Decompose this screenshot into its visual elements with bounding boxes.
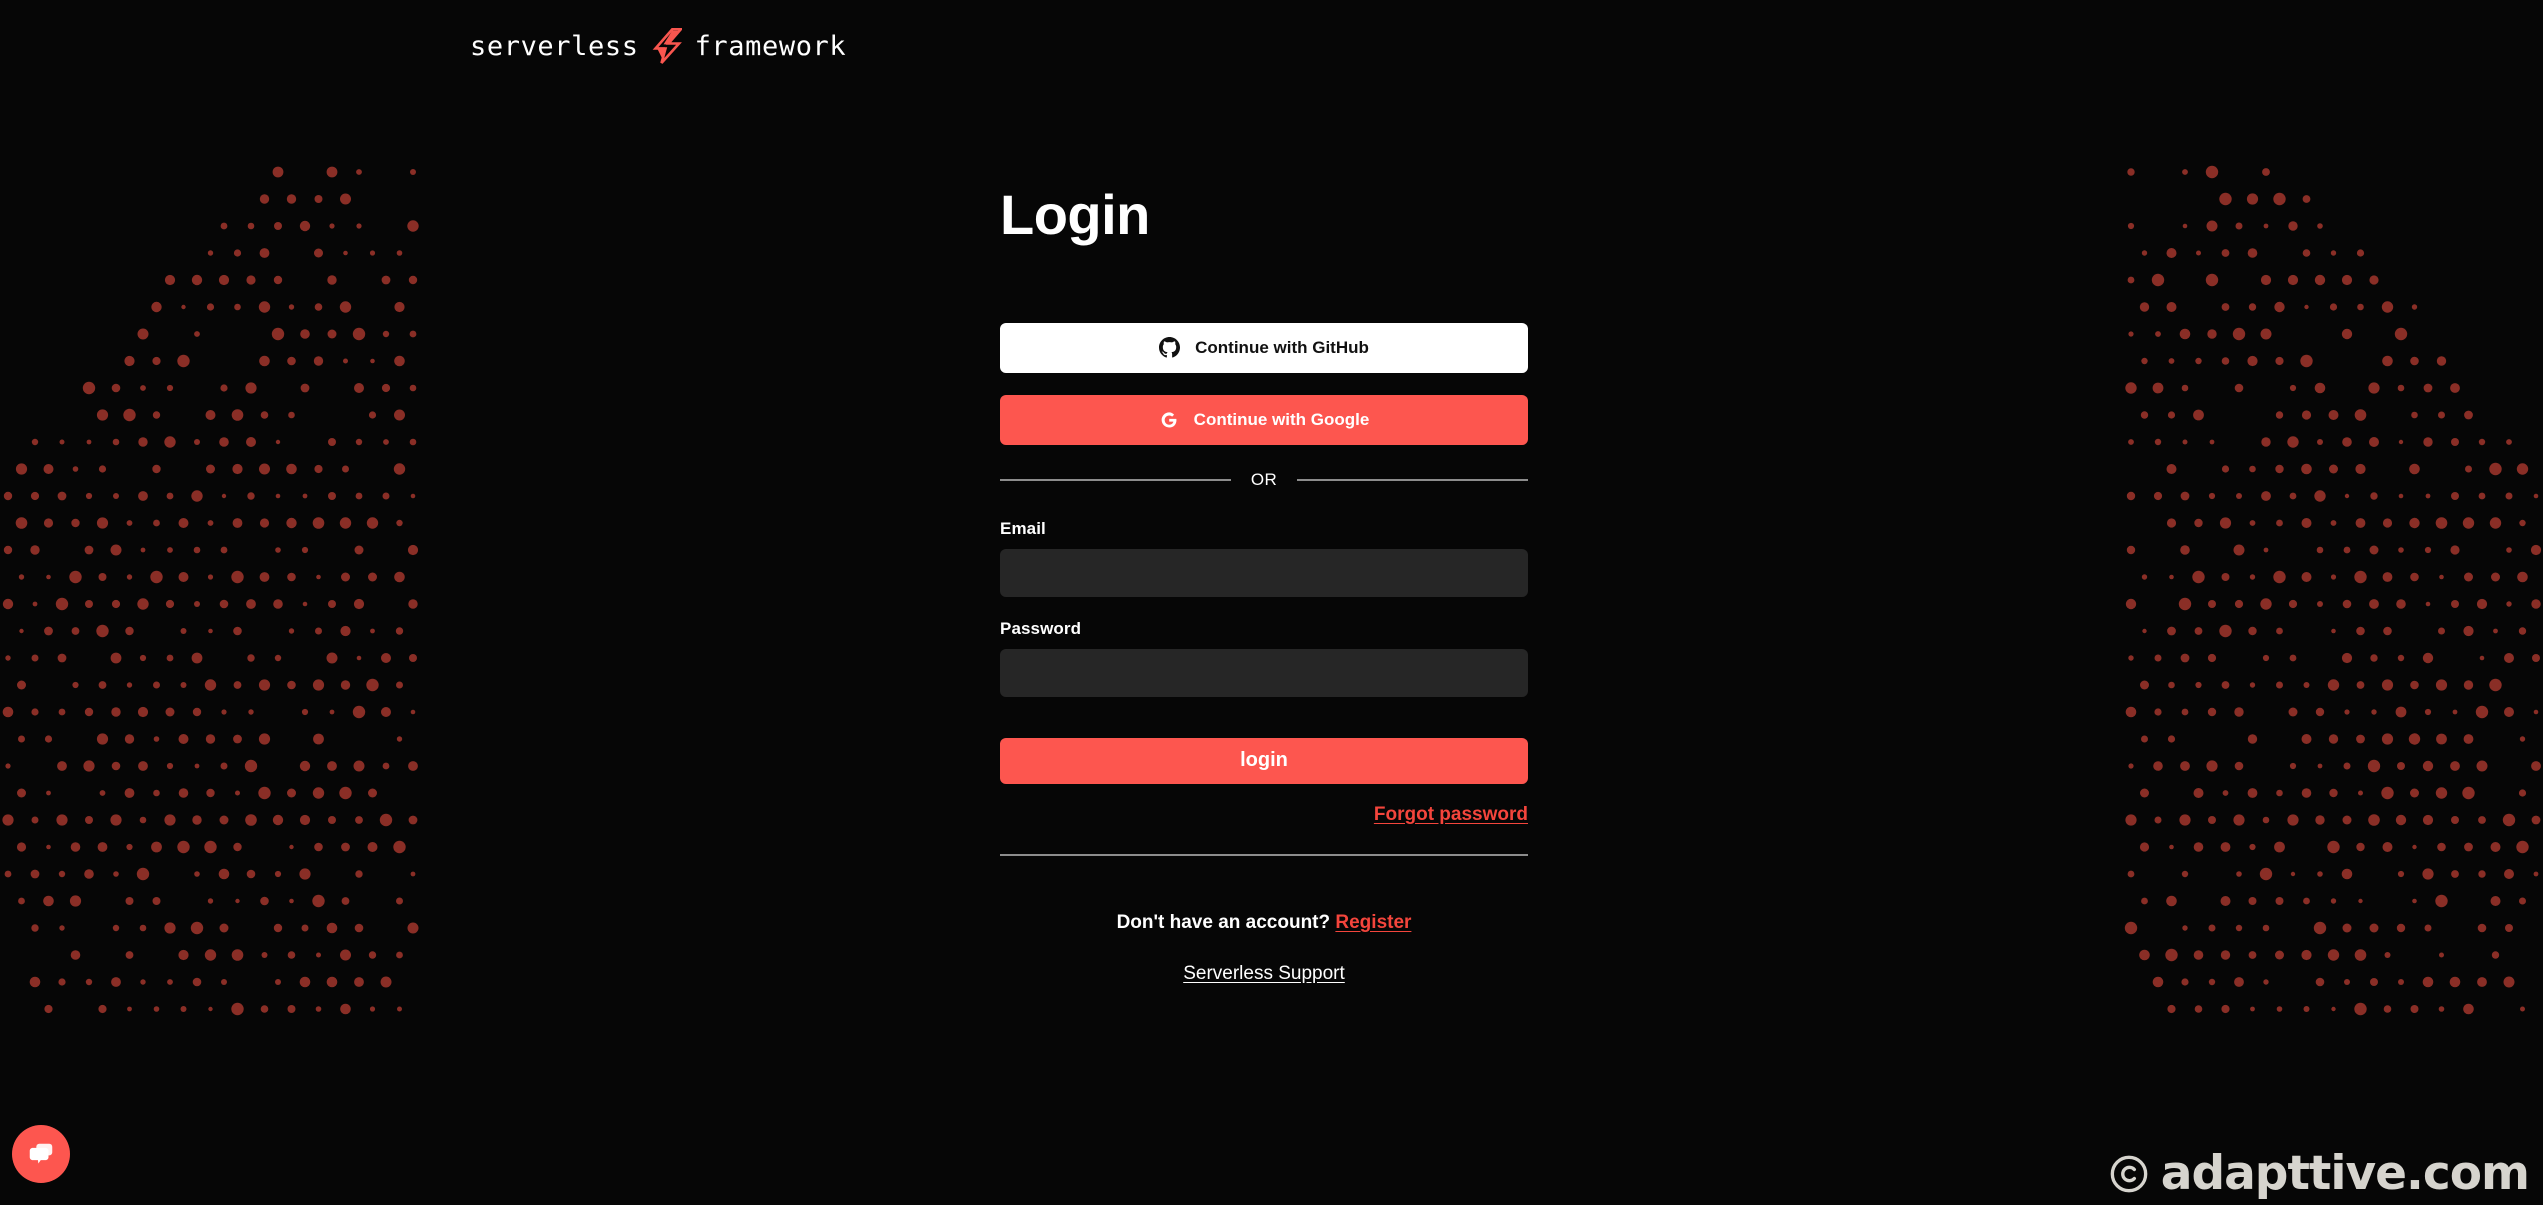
password-label: Password	[1000, 618, 1082, 638]
or-divider: OR	[1000, 470, 1528, 490]
github-icon	[1159, 337, 1181, 358]
email-field-group: Email	[1000, 519, 1528, 597]
bottom-divider	[1000, 853, 1528, 856]
password-input[interactable]	[1000, 648, 1528, 697]
login-page: serverless framework Login Continue with…	[0, 0, 2543, 1205]
serverless-framework-logo[interactable]: serverless framework	[470, 28, 846, 64]
logo-word-framework: framework	[694, 30, 847, 62]
password-field-group: Password	[1000, 619, 1528, 697]
email-input[interactable]	[1000, 548, 1528, 597]
register-prompt-text: Don't have an account?	[1116, 911, 1331, 933]
lightning-bolt-icon	[652, 28, 682, 64]
forgot-password-row: Forgot password	[1000, 804, 1528, 826]
support-row: Serverless Support	[1000, 963, 1528, 985]
register-link[interactable]: Register	[1335, 912, 1411, 933]
decorative-dot-pattern-left	[2, 166, 419, 1016]
divider-rule-right	[1297, 478, 1528, 481]
or-label: OR	[1250, 469, 1278, 489]
header-bar: serverless framework	[0, 0, 2543, 105]
copyright-icon	[2110, 1155, 2148, 1192]
decorative-dot-pattern-right	[2124, 165, 2542, 1016]
google-button-label: Continue with Google	[1193, 409, 1370, 429]
email-label: Email	[1000, 518, 1046, 538]
page-title: Login	[1000, 183, 1150, 246]
continue-with-github-button[interactable]: Continue with GitHub	[1000, 322, 1528, 373]
login-card: Login Continue with GitHub Continue with…	[1000, 183, 1528, 985]
login-submit-button[interactable]: login	[1000, 737, 1528, 784]
logo-word-serverless: serverless	[470, 30, 639, 62]
watermark: adapttive.com	[2109, 1146, 2530, 1201]
serverless-support-link[interactable]: Serverless Support	[1183, 963, 1345, 984]
google-icon	[1161, 412, 1177, 428]
register-prompt-row: Don't have an account? Register	[1000, 912, 1528, 934]
divider-rule-left	[1000, 478, 1231, 481]
forgot-password-link[interactable]: Forgot password	[1374, 804, 1528, 825]
chat-widget-button[interactable]	[12, 1125, 70, 1183]
chat-bubbles-icon	[29, 1143, 53, 1164]
continue-with-google-button[interactable]: Continue with Google	[1000, 394, 1528, 445]
github-button-label: Continue with GitHub	[1195, 337, 1369, 357]
watermark-text: adapttive.com	[2160, 1146, 2530, 1201]
